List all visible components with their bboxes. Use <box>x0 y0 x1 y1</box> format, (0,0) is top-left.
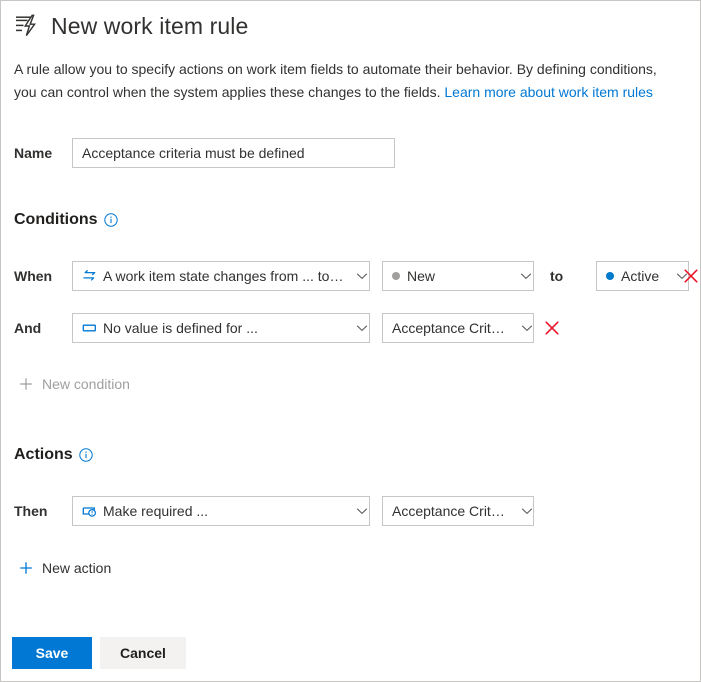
condition-row-when: When A work item state changes from ... … <box>14 261 689 291</box>
delete-condition-and-button[interactable] <box>544 320 560 336</box>
then-action-dropdown[interactable]: Make required ... <box>72 496 370 526</box>
dialog-header: New work item rule <box>14 13 248 39</box>
delete-condition-when-button[interactable] <box>683 268 699 284</box>
save-button[interactable]: Save <box>12 637 92 669</box>
to-connector-label: to <box>550 268 564 284</box>
state-transition-icon <box>82 270 97 282</box>
info-icon[interactable] <box>78 448 93 462</box>
and-label: And <box>14 320 42 336</box>
cancel-button[interactable]: Cancel <box>100 637 186 669</box>
chevron-down-icon <box>670 270 688 282</box>
make-required-icon <box>82 505 97 518</box>
name-row: Name <box>14 138 395 168</box>
new-action-label: New action <box>42 560 112 576</box>
conditions-heading-label: Conditions <box>14 211 98 228</box>
condition-row-and: And No value is defined for ... Acceptan… <box>14 313 534 343</box>
new-work-item-rule-dialog: New work item rule A rule allow you to s… <box>0 0 701 682</box>
chevron-down-icon <box>350 322 368 334</box>
rule-lightning-icon <box>14 13 40 39</box>
new-condition-label: New condition <box>42 376 130 392</box>
chevron-down-icon <box>514 270 532 282</box>
new-action-button[interactable]: New action <box>19 560 111 576</box>
and-field-value: Acceptance Criteria <box>392 320 509 336</box>
plus-icon <box>19 377 33 391</box>
chevron-down-icon <box>350 270 368 282</box>
and-field-dropdown[interactable]: Acceptance Criteria <box>382 313 534 343</box>
plus-icon <box>19 561 33 575</box>
then-field-dropdown[interactable]: Acceptance Criteria <box>382 496 534 526</box>
and-trigger-dropdown[interactable]: No value is defined for ... <box>72 313 370 343</box>
learn-more-link[interactable]: Learn more about work item rules <box>444 84 653 100</box>
state-dot-new-icon <box>392 272 400 280</box>
actions-heading-label: Actions <box>14 446 73 463</box>
conditions-heading: Conditions <box>14 211 118 229</box>
from-state-value: New <box>407 268 436 284</box>
description-text: A rule allow you to specify actions on w… <box>14 58 674 104</box>
empty-field-icon <box>82 322 97 334</box>
new-condition-button[interactable]: New condition <box>19 376 130 392</box>
chevron-down-icon <box>350 505 368 517</box>
actions-heading: Actions <box>14 446 93 464</box>
when-trigger-dropdown[interactable]: A work item state changes from ... to ..… <box>72 261 370 291</box>
to-state-dropdown[interactable]: Active <box>596 261 689 291</box>
name-label: Name <box>14 145 53 161</box>
and-trigger-value: No value is defined for ... <box>103 320 258 336</box>
page-title: New work item rule <box>51 13 249 39</box>
then-label: Then <box>14 503 48 519</box>
rule-name-input[interactable] <box>72 138 395 168</box>
from-state-dropdown[interactable]: New <box>382 261 534 291</box>
when-label: When <box>14 268 53 284</box>
state-dot-active-icon <box>606 272 614 280</box>
info-icon[interactable] <box>103 213 118 227</box>
to-state-value: Active <box>621 268 660 284</box>
chevron-down-icon <box>515 322 533 334</box>
action-row-then: Then Make required ... Acceptance Criter… <box>14 496 534 526</box>
then-field-value: Acceptance Criteria <box>392 503 509 519</box>
chevron-down-icon <box>515 505 533 517</box>
when-trigger-value: A work item state changes from ... to ..… <box>103 268 344 284</box>
then-action-value: Make required ... <box>103 503 209 519</box>
